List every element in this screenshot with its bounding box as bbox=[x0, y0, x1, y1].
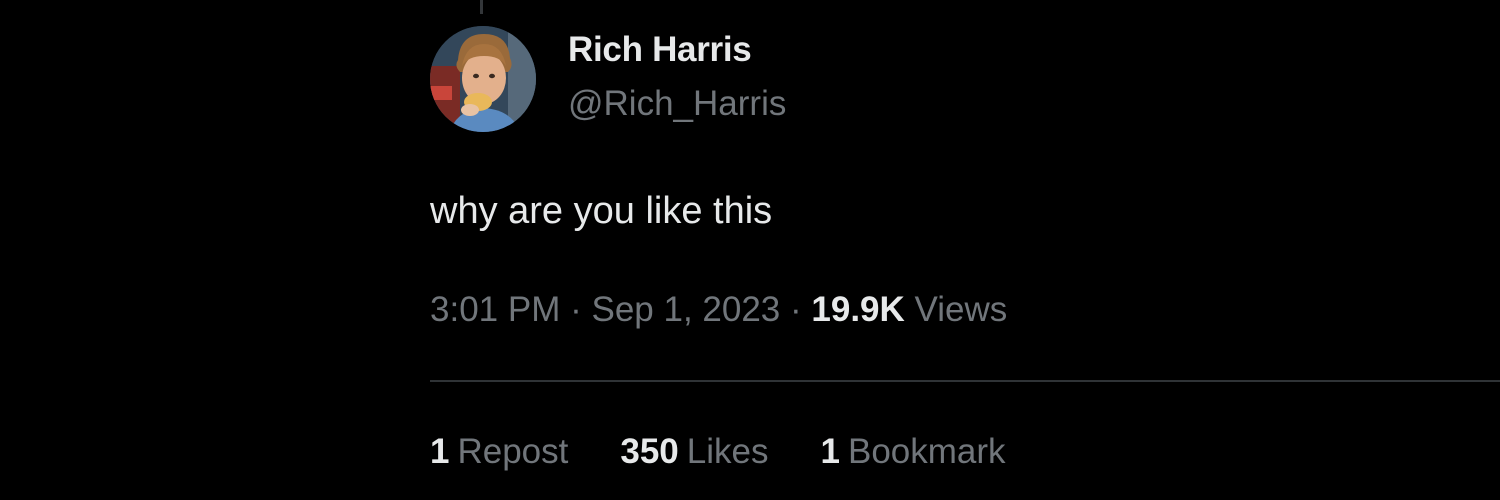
author-display-name[interactable]: Rich Harris bbox=[568, 30, 752, 70]
tweet-date[interactable]: Sep 1, 2023 bbox=[591, 290, 780, 329]
avatar[interactable] bbox=[430, 26, 536, 132]
reposts-count: 1 bbox=[430, 432, 450, 471]
likes-stat[interactable]: 350 Likes bbox=[620, 432, 768, 472]
tweet-metadata: 3:01 PM · Sep 1, 2023 · 19.9K Views bbox=[430, 290, 1007, 330]
bookmarks-label: Bookmark bbox=[847, 432, 1006, 471]
engagement-stats: 1 Repost 350 Likes 1 Bookmark bbox=[430, 432, 1058, 472]
bookmarks-count: 1 bbox=[820, 432, 840, 471]
likes-label: Likes bbox=[686, 432, 769, 471]
meta-separator: · bbox=[570, 290, 582, 329]
tweet-time[interactable]: 3:01 PM bbox=[430, 290, 560, 329]
reposts-label: Repost bbox=[457, 432, 569, 471]
thread-connector-line bbox=[480, 0, 483, 14]
reposts-stat[interactable]: 1 Repost bbox=[430, 432, 568, 472]
views-count: 19.9K bbox=[811, 290, 905, 329]
tweet-text: why are you like this bbox=[430, 190, 773, 232]
likes-count: 350 bbox=[620, 432, 679, 471]
author-handle[interactable]: @Rich_Harris bbox=[568, 84, 786, 124]
meta-separator: · bbox=[790, 290, 802, 329]
bookmarks-stat[interactable]: 1 Bookmark bbox=[821, 432, 1006, 472]
divider bbox=[430, 380, 1500, 382]
profile-photo-icon bbox=[430, 26, 536, 132]
views-label: Views bbox=[914, 290, 1008, 329]
